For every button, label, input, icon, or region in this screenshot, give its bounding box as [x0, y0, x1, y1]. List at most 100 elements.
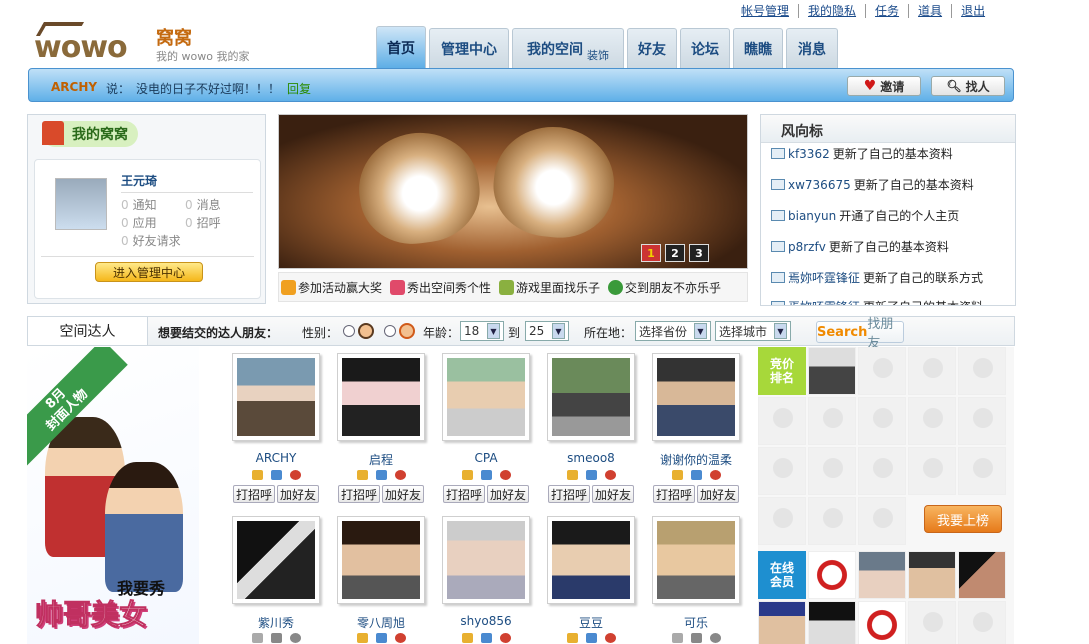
talent-name[interactable]: 谢谢你的温柔 [652, 451, 740, 467]
talent-photo[interactable] [232, 353, 320, 441]
talent-photo[interactable] [442, 516, 530, 604]
games-link[interactable]: 游戏里面找乐子 [499, 279, 600, 296]
person-icon[interactable] [394, 470, 406, 480]
feed-user[interactable]: kf3362 [788, 147, 830, 161]
talent-photo[interactable] [442, 353, 530, 441]
event-link[interactable]: 参加活动赢大奖 [281, 279, 382, 296]
person-icon[interactable] [499, 633, 511, 643]
greet-button[interactable]: 打招呼 [442, 485, 485, 503]
privacy-link[interactable]: 我的隐私 [798, 4, 865, 18]
tab-home[interactable]: 首页 [376, 26, 426, 68]
talent-photo[interactable] [547, 516, 635, 604]
profile-card-icon[interactable] [671, 633, 683, 643]
get-ranked-button[interactable]: 我要上榜 [924, 505, 1002, 533]
online-member-photo[interactable] [858, 551, 906, 599]
profile-card-icon[interactable] [251, 633, 263, 643]
talent-name[interactable]: 零八周旭 [337, 614, 425, 630]
talent-name[interactable]: smeoo8 [547, 451, 635, 466]
city-select[interactable]: 选择城市 ▼ [715, 321, 791, 341]
home-icon[interactable] [585, 633, 597, 643]
talent-name[interactable]: 启程 [337, 451, 425, 467]
profile-username[interactable]: 王元琦 [121, 172, 157, 189]
province-select[interactable]: 选择省份 ▼ [635, 321, 711, 341]
cover-promo[interactable]: 8月 封面人物 我要秀 帅哥美女 [27, 347, 199, 644]
talent-name[interactable]: 豆豆 [547, 614, 635, 630]
talent-name[interactable]: CPA [442, 451, 530, 466]
home-icon[interactable] [270, 633, 282, 643]
online-member-photo[interactable] [858, 601, 906, 644]
status-reply-link[interactable]: 回复 [287, 80, 311, 97]
talent-photo[interactable] [337, 353, 425, 441]
talent-photo[interactable] [652, 516, 740, 604]
logout-link[interactable]: 退出 [951, 4, 994, 18]
feed-user[interactable]: p8rzfv [788, 240, 826, 254]
add-friend-button[interactable]: 加好友 [382, 485, 425, 503]
person-icon[interactable] [604, 633, 616, 643]
profile-card-icon[interactable] [356, 633, 368, 643]
person-icon[interactable] [499, 470, 511, 480]
age-to-select[interactable]: 25 ▼ [525, 321, 569, 341]
greet-button[interactable]: 打招呼 [232, 485, 275, 503]
friend-request-counter[interactable]: 0 好友请求 [121, 232, 181, 249]
greet-counter[interactable]: 0 招呼 [185, 214, 221, 231]
add-friend-button[interactable]: 加好友 [592, 485, 635, 503]
avatar[interactable] [55, 178, 107, 230]
talent-name[interactable]: ARCHY [232, 451, 320, 466]
feed-user[interactable]: 焉妳吥霆锋征 [788, 298, 860, 305]
profile-card-icon[interactable] [251, 470, 263, 480]
person-icon[interactable] [604, 470, 616, 480]
talent-photo[interactable] [652, 353, 740, 441]
talent-photo[interactable] [547, 353, 635, 441]
feed-user[interactable]: 焉妳吥霆锋征 [788, 269, 860, 286]
tasks-link[interactable]: 任务 [865, 4, 908, 18]
greet-button[interactable]: 打招呼 [337, 485, 380, 503]
add-friend-button[interactable]: 加好友 [487, 485, 530, 503]
notice-counter[interactable]: 0 通知 [121, 196, 157, 213]
talent-name[interactable]: 紫川秀 [232, 614, 320, 630]
person-icon[interactable] [394, 633, 406, 643]
person-icon[interactable] [709, 633, 721, 643]
friends-link[interactable]: 交到朋友不亦乐乎 [608, 279, 721, 296]
talent-photo[interactable] [337, 516, 425, 604]
age-from-select[interactable]: 18 ▼ [460, 321, 504, 341]
home-icon[interactable] [690, 470, 702, 480]
person-icon[interactable] [709, 470, 721, 480]
logo[interactable]: wowo 窝窝 我的 wowo 我的家 [34, 22, 274, 66]
greet-button[interactable]: 打招呼 [652, 485, 695, 503]
message-counter[interactable]: 0 消息 [185, 196, 221, 213]
home-icon[interactable] [375, 470, 387, 480]
tab-messages[interactable]: 消息 [786, 28, 838, 68]
status-user[interactable]: ARCHY [51, 80, 97, 94]
search-friends-button[interactable]: Search 找朋友 [816, 317, 904, 351]
person-icon[interactable] [289, 470, 301, 480]
tab-friends[interactable]: 好友 [627, 28, 677, 68]
online-member-photo[interactable] [808, 601, 856, 644]
props-link[interactable]: 道具 [908, 4, 951, 18]
greet-button[interactable]: 打招呼 [547, 485, 590, 503]
tab-look[interactable]: 瞧瞧 [733, 28, 783, 68]
banner-page-button[interactable]: 2 [665, 244, 685, 262]
account-link[interactable]: 帐号管理 [736, 4, 798, 18]
online-member-photo[interactable] [958, 551, 1006, 599]
profile-card-icon[interactable] [356, 470, 368, 480]
talent-name[interactable]: 可乐 [652, 614, 740, 630]
profile-card-icon[interactable] [461, 470, 473, 480]
invite-button[interactable]: ♥ 邀请 [847, 76, 921, 96]
banner-slideshow[interactable]: 1 2 3 [278, 114, 748, 269]
banner-page-button[interactable]: 3 [689, 244, 709, 262]
add-friend-button[interactable]: 加好友 [277, 485, 320, 503]
gender-male-radio[interactable] [343, 325, 355, 337]
tab-sub-decorate[interactable]: 装饰 [587, 47, 609, 63]
ranked-member-photo[interactable] [808, 347, 856, 395]
home-icon[interactable] [480, 470, 492, 480]
feed-user[interactable]: xw736675 [788, 178, 851, 192]
banner-page-button[interactable]: 1 [641, 244, 661, 262]
profile-card-icon[interactable] [566, 633, 578, 643]
home-icon[interactable] [375, 633, 387, 643]
find-people-button[interactable]: 🔍︎ 找人 [931, 76, 1005, 96]
tab-forum[interactable]: 论坛 [680, 28, 730, 68]
add-friend-button[interactable]: 加好友 [697, 485, 740, 503]
person-icon[interactable] [289, 633, 301, 643]
profile-card-icon[interactable] [566, 470, 578, 480]
tab-manage[interactable]: 管理中心 [429, 28, 509, 68]
